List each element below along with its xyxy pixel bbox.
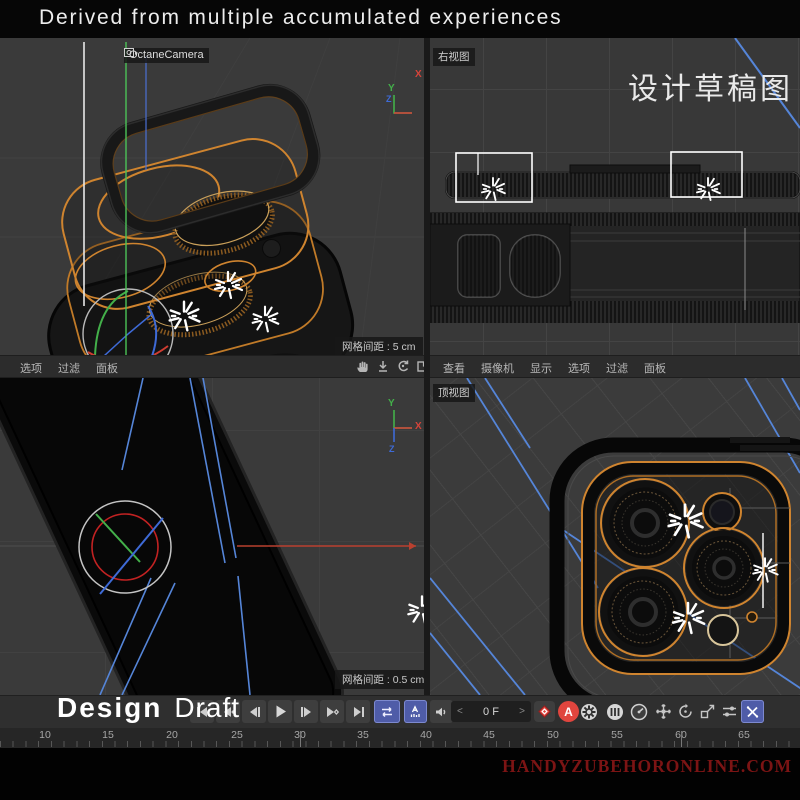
active-camera-label[interactable]: OctaneCamera <box>124 48 209 63</box>
ruler-label: 20 <box>159 729 185 741</box>
play-button[interactable] <box>268 700 292 723</box>
key-position-toggle[interactable] <box>652 700 674 723</box>
sparkle-decoration <box>408 596 424 623</box>
zoom-icon[interactable] <box>376 359 390 374</box>
menu-filter-left[interactable]: 过滤 <box>58 360 80 376</box>
menu-panel-left[interactable]: 面板 <box>96 360 118 376</box>
key-rotation-toggle[interactable] <box>674 700 696 723</box>
next-key-button[interactable] <box>320 700 344 723</box>
menu-cameras[interactable]: 摄像机 <box>481 360 514 376</box>
viewport-name-label: 右视图 <box>433 48 475 66</box>
axis-y-label: Y <box>388 398 395 409</box>
grid-spacing-label: 网格间距 : 0.5 cm <box>335 670 424 689</box>
autokey-button[interactable]: A <box>558 701 579 722</box>
frame-marker-30[interactable] <box>300 731 301 747</box>
ruler-label: 15 <box>95 729 121 741</box>
watermark-site: HANDYZUBEHORONLINE.COM <box>502 756 792 777</box>
menu-options-left[interactable]: 选项 <box>20 360 42 376</box>
banner-title: Derived from multiple accumulated experi… <box>39 6 562 30</box>
viewport-menubar: 选项 过滤 面板 查看 摄像机 显示 选项 过滤 面板 <box>0 355 800 378</box>
key-parameter-toggle[interactable] <box>718 700 740 723</box>
timeline-options-button[interactable] <box>628 700 650 723</box>
keyframe-mode-toggle[interactable] <box>404 700 427 723</box>
menu-panel-right[interactable]: 面板 <box>644 360 666 376</box>
ruler-label: 45 <box>476 729 502 741</box>
frame-marker-60[interactable] <box>681 731 682 747</box>
rotate-icon[interactable] <box>396 359 410 374</box>
front-view-canvas <box>0 378 424 695</box>
key-pla-toggle[interactable] <box>741 700 764 723</box>
record-keyframe-button[interactable] <box>534 701 555 722</box>
frame-value: 0 F <box>483 706 499 718</box>
menu-display[interactable]: 显示 <box>530 360 552 376</box>
loop-playback-toggle[interactable] <box>374 700 400 723</box>
ruler-label: 25 <box>224 729 250 741</box>
draft-title-overlay: DesignDraft <box>57 692 240 724</box>
viewport-divider[interactable] <box>424 38 430 695</box>
goto-end-button[interactable] <box>346 700 370 723</box>
axis-x-label: X <box>415 421 422 432</box>
viewport-name-label: 顶视图 <box>433 384 475 402</box>
viewport-front-view[interactable]: Y X Z 网格间距 : 0.5 cm <box>0 378 424 695</box>
grid-spacing-label: 网格间距 : 5 cm <box>335 337 423 355</box>
ruler-label: 55 <box>604 729 630 741</box>
top-view-canvas <box>430 378 800 695</box>
keying-settings-button[interactable] <box>578 700 600 723</box>
top-banner: Derived from multiple accumulated experi… <box>0 0 800 38</box>
viewport-nav-icons <box>356 359 430 374</box>
menu-options-right[interactable]: 选项 <box>568 360 590 376</box>
ruler-label: 35 <box>350 729 376 741</box>
frame-prev-arrow[interactable]: < <box>457 706 463 717</box>
menu-view[interactable]: 查看 <box>443 360 465 376</box>
application-window: Derived from multiple accumulated experi… <box>0 0 800 800</box>
axis-z-label: Z <box>386 94 392 104</box>
ruler-label: 10 <box>32 729 58 741</box>
frame-next-arrow[interactable]: > <box>519 706 525 717</box>
axis-z-label: Z <box>389 444 395 454</box>
sketch-title-overlay: 设计草稿图 <box>628 64 793 108</box>
axis-x-label: X <box>415 69 422 80</box>
mic-dot <box>747 612 757 622</box>
perspective-canvas <box>0 38 424 355</box>
ruler-label: 40 <box>413 729 439 741</box>
prev-frame-button[interactable] <box>242 700 266 723</box>
current-frame-field[interactable]: < 0 F > <box>451 701 531 722</box>
next-frame-button[interactable] <box>294 700 318 723</box>
bottom-strip: HANDYZUBEHORONLINE.COM <box>0 748 800 800</box>
ruler-ticks <box>0 741 800 747</box>
sound-toggle[interactable] <box>430 700 453 723</box>
viewport-perspective[interactable]: Y Z X OctaneCamera 网格间距 : 5 cm <box>0 38 424 355</box>
menu-filter-right[interactable]: 过滤 <box>606 360 628 376</box>
camera-icon <box>124 48 138 58</box>
axis-y-label: Y <box>388 83 395 94</box>
ruler-label: 65 <box>731 729 757 741</box>
pan-icon[interactable] <box>356 359 370 374</box>
timeline-ruler[interactable]: 10 15 20 25 30 35 40 45 50 55 60 65 <box>0 728 800 748</box>
key-scale-toggle[interactable] <box>696 700 718 723</box>
ruler-label: 50 <box>540 729 566 741</box>
axis-gizmo <box>394 95 412 113</box>
viewport-top-view[interactable]: 顶视图 <box>430 378 800 695</box>
keyframe-selection-button[interactable] <box>604 700 626 723</box>
flash-ring <box>708 615 738 645</box>
